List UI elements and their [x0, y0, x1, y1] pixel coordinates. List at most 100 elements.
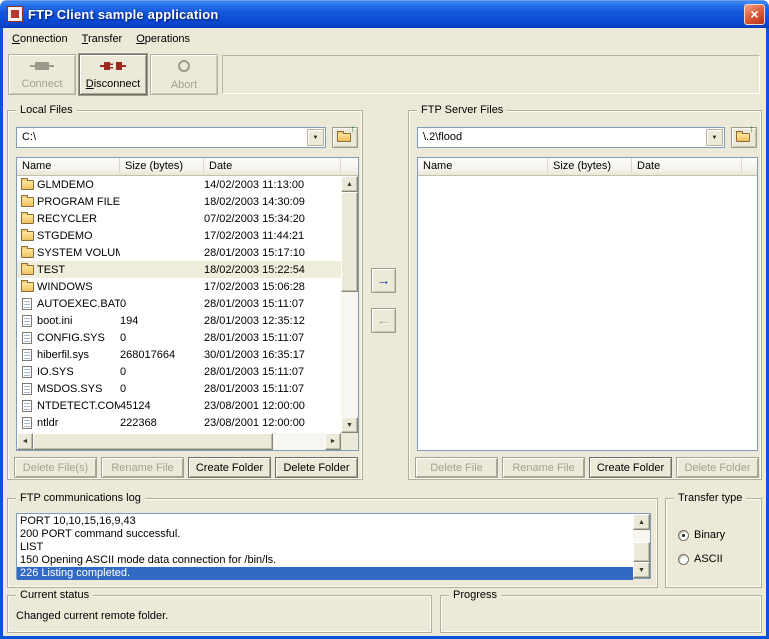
scroll-down-button[interactable]: ▼: [341, 417, 358, 433]
file-row-system-volume[interactable]: SYSTEM VOLUME ... 28/01/2003 15:17:10: [17, 244, 341, 261]
scroll-up-button[interactable]: ▲: [633, 514, 650, 530]
scroll-track[interactable]: [633, 530, 650, 562]
delete-folder-button[interactable]: Delete Folder: [676, 457, 759, 478]
file-row-glmdemo[interactable]: GLMDEMO 14/02/2003 11:13:00: [17, 176, 341, 193]
scroll-thumb[interactable]: [33, 433, 273, 450]
transfer-type-group-label: Transfer type: [674, 491, 747, 505]
abort-label: Abort: [170, 78, 198, 91]
arrow-down-icon: ▼: [346, 421, 353, 429]
file-name-cell: hiberfil.sys: [37, 348, 89, 361]
local-up-folder-button[interactable]: ↑: [332, 125, 358, 148]
file-row-ntdetect-com[interactable]: NTDETECT.COM 45124 23/08/2001 12:00:00: [17, 397, 341, 414]
column-header-date[interactable]: Date: [632, 158, 742, 176]
file-icon: [17, 297, 37, 310]
file-row-stgdemo[interactable]: STGDEMO 17/02/2003 11:44:21: [17, 227, 341, 244]
window-body: Connection Transfer Operations Connect Dis…: [0, 28, 769, 639]
server-path-value: \.2\flood: [423, 131, 463, 143]
transfer-to-local-button[interactable]: ←: [371, 308, 396, 333]
local-file-list[interactable]: Name Size (bytes) Date GLMDEMO 14/02/2003 1…: [16, 157, 359, 451]
log-line-1[interactable]: 200 PORT command successful.: [17, 528, 633, 541]
file-name-cell: GLMDEMO: [37, 178, 94, 191]
local-list-header: Name Size (bytes) Date: [17, 158, 358, 176]
folder-glyph: [20, 246, 34, 258]
file-row-autoexec-bat[interactable]: AUTOEXEC.BAT 0 28/01/2003 15:11:07: [17, 295, 341, 312]
column-header-size-bytes[interactable]: Size (bytes): [548, 158, 632, 176]
file-row-hiberfil-sys[interactable]: hiberfil.sys 268017664 30/01/2003 16:35:17: [17, 346, 341, 363]
local-horizontal-scrollbar[interactable]: ◄ ►: [17, 433, 341, 450]
delete-file-s-button[interactable]: Delete File(s): [14, 457, 97, 478]
scroll-up-button[interactable]: ▲: [341, 176, 358, 192]
column-header-filler: [341, 158, 358, 176]
server-path-combo[interactable]: \.2\flood ▼: [417, 127, 725, 148]
file-row-program-files[interactable]: PROGRAM FILES 18/02/2003 14:30:09: [17, 193, 341, 210]
menu-item-transfer[interactable]: Transfer: [75, 30, 130, 48]
file-date-cell: 23/08/2001 12:00:00: [204, 416, 305, 429]
scroll-down-button[interactable]: ▼: [633, 562, 650, 578]
scroll-track[interactable]: [33, 433, 325, 450]
file-row-boot-ini[interactable]: boot.ini 194 28/01/2003 12:35:12: [17, 312, 341, 329]
file-row-ntldr[interactable]: ntldr 222368 23/08/2001 12:00:00: [17, 414, 341, 431]
rename-file-button[interactable]: Rename File: [101, 457, 184, 478]
file-date-cell: 18/02/2003 15:22:54: [204, 263, 305, 276]
local-list-rows: GLMDEMO 14/02/2003 11:13:00 PROGRAM FILES 1…: [17, 176, 341, 431]
log-line-4[interactable]: 226 Listing completed.: [17, 567, 633, 580]
local-vertical-scrollbar[interactable]: ▲ ▼: [341, 176, 358, 433]
log-box[interactable]: PORT 10,10,15,16,9,43 200 PORT command su…: [16, 513, 651, 580]
file-row-recycler[interactable]: RECYCLER 07/02/2003 15:34:20: [17, 210, 341, 227]
log-group-label: FTP communications log: [16, 491, 145, 505]
abort-button[interactable]: Abort: [150, 54, 218, 95]
file-date-cell: 07/02/2003 15:34:20: [204, 212, 305, 225]
rename-file-button[interactable]: Rename File: [502, 457, 585, 478]
file-name-cell: PROGRAM FILES: [37, 195, 120, 208]
scroll-left-button[interactable]: ◄: [17, 433, 33, 450]
status-text: Changed current remote folder.: [16, 610, 169, 622]
file-name-cell: CONFIG.SYS: [37, 331, 105, 344]
scroll-right-button[interactable]: ►: [325, 433, 341, 450]
column-header-name[interactable]: Name: [17, 158, 120, 176]
local-combo-dropdown-button[interactable]: ▼: [307, 129, 324, 146]
log-line-3[interactable]: 150 Opening ASCII mode data connection f…: [17, 554, 633, 567]
scroll-track[interactable]: [341, 192, 358, 417]
file-date-cell: 28/01/2003 15:11:07: [204, 331, 305, 344]
scroll-thumb[interactable]: [341, 192, 358, 292]
file-size-cell: 45124: [120, 399, 151, 412]
scroll-thumb[interactable]: [633, 542, 650, 562]
log-line-0[interactable]: PORT 10,10,15,16,9,43: [17, 515, 633, 528]
log-lines: PORT 10,10,15,16,9,43 200 PORT command su…: [17, 515, 633, 580]
close-button[interactable]: ×: [744, 4, 765, 25]
create-folder-button[interactable]: Create Folder: [188, 457, 271, 478]
file-row-windows[interactable]: WINDOWS 17/02/2003 15:06:28: [17, 278, 341, 295]
window-title: FTP Client sample application: [28, 7, 219, 22]
folder-glyph: [20, 229, 34, 241]
file-date-cell: 14/02/2003 11:13:00: [204, 178, 305, 191]
create-folder-button[interactable]: Create Folder: [589, 457, 672, 478]
column-header-name[interactable]: Name: [418, 158, 548, 176]
file-row-config-sys[interactable]: CONFIG.SYS 0 28/01/2003 15:11:07: [17, 329, 341, 346]
local-files-group: Local Files C:\ ▼ ↑ Name Size (bytes) Date…: [7, 103, 363, 480]
log-line-2[interactable]: LIST: [17, 541, 633, 554]
log-vertical-scrollbar[interactable]: ▲ ▼: [633, 514, 650, 578]
local-path-combo[interactable]: C:\ ▼: [16, 127, 326, 148]
folder-icon: [17, 195, 37, 207]
column-header-date[interactable]: Date: [204, 158, 341, 176]
radio-binary[interactable]: Binary: [678, 529, 725, 541]
delete-folder-button[interactable]: Delete Folder: [275, 457, 358, 478]
server-up-folder-button[interactable]: ↑: [731, 125, 757, 148]
file-glyph: [22, 314, 32, 327]
server-combo-dropdown-button[interactable]: ▼: [706, 129, 723, 146]
connect-button[interactable]: Connect: [8, 54, 76, 95]
file-row-io-sys[interactable]: IO.SYS 0 28/01/2003 15:11:07: [17, 363, 341, 380]
column-header-size-bytes[interactable]: Size (bytes): [120, 158, 204, 176]
transfer-to-server-button[interactable]: →: [371, 268, 396, 293]
menu-item-operations[interactable]: Operations: [129, 30, 197, 48]
file-name-cell: boot.ini: [37, 314, 73, 327]
server-list-rows: [418, 176, 757, 450]
titlebar[interactable]: FTP Client sample application ×: [0, 0, 769, 28]
radio-ascii[interactable]: ASCII: [678, 553, 725, 565]
disconnect-button[interactable]: Disconnect: [79, 54, 147, 95]
file-row-msdos-sys[interactable]: MSDOS.SYS 0 28/01/2003 15:11:07: [17, 380, 341, 397]
menu-item-connection[interactable]: Connection: [5, 30, 75, 48]
file-row-test[interactable]: TEST 18/02/2003 15:22:54: [17, 261, 341, 278]
delete-file-button[interactable]: Delete File: [415, 457, 498, 478]
server-file-list[interactable]: Name Size (bytes) Date: [417, 157, 758, 451]
